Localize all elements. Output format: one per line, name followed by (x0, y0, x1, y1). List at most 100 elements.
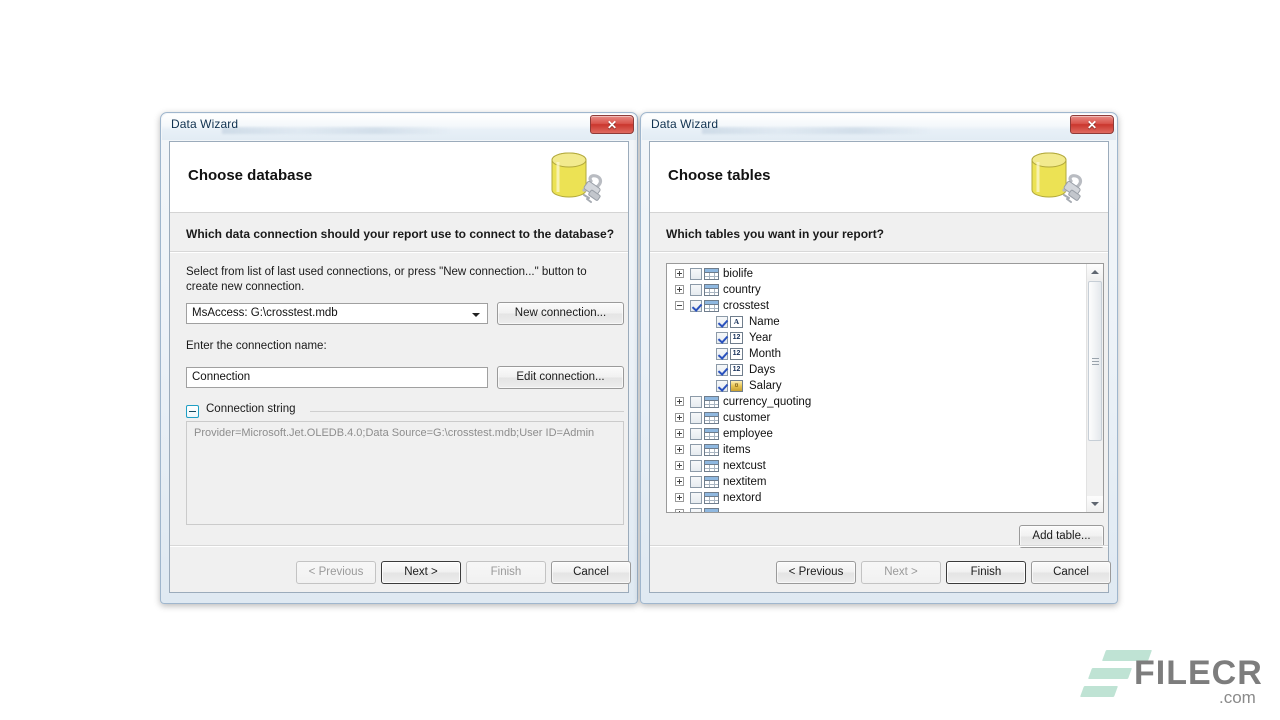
tree-item[interactable]: employee (667, 426, 1087, 442)
tree-item[interactable]: nextord (667, 490, 1087, 506)
expand-icon[interactable] (675, 413, 684, 422)
tree-item-checkbox[interactable] (716, 380, 728, 392)
expand-icon[interactable] (675, 445, 684, 454)
tree-item-checkbox[interactable] (690, 412, 702, 424)
divider (650, 251, 1108, 253)
tree-item-checkbox[interactable] (716, 316, 728, 328)
expand-icon[interactable] (675, 269, 684, 278)
cancel-button[interactable]: Cancel (1031, 561, 1111, 584)
tree-item-checkbox[interactable] (716, 332, 728, 344)
tree-item[interactable]: 12 Days (667, 362, 1087, 378)
previous-button[interactable]: < Previous (776, 561, 856, 584)
table-icon (704, 428, 719, 440)
tree-item[interactable]: nextcust (667, 458, 1087, 474)
tree-item-label: Month (749, 348, 781, 360)
tree-item[interactable]: A Name (667, 314, 1087, 330)
tree-item[interactable]: 12 Month (667, 346, 1087, 362)
expand-icon[interactable] (675, 461, 684, 470)
client-area: Choose database Which data connection sh… (169, 141, 631, 593)
connection-string-group-label: Connection string (206, 403, 296, 415)
footer-divider (650, 545, 1108, 547)
tree-item-label: nextord (723, 492, 762, 504)
tree-item[interactable]: ¤ Salary (667, 378, 1087, 394)
tree-item-label: items (723, 444, 751, 456)
tree-item-checkbox[interactable] (690, 396, 702, 408)
database-plug-icon (1031, 152, 1083, 203)
next-button[interactable]: Next > (381, 561, 461, 584)
expand-icon[interactable] (675, 477, 684, 486)
previous-button[interactable]: < Previous (296, 561, 376, 584)
expand-icon[interactable] (675, 397, 684, 406)
tree-item-label: employee (723, 428, 773, 440)
expand-icon[interactable] (675, 285, 684, 294)
finish-button[interactable]: Finish (946, 561, 1026, 584)
window-title: Data Wizard (651, 117, 719, 131)
next-button[interactable]: Next > (861, 561, 941, 584)
scrollbar-thumb[interactable] (1088, 281, 1102, 441)
tree-item-checkbox[interactable] (716, 364, 728, 376)
connection-string-readonly: Provider=Microsoft.Jet.OLEDB.4.0;Data So… (186, 421, 624, 525)
table-icon (704, 396, 719, 408)
expand-icon[interactable] (675, 429, 684, 438)
tree-item[interactable]: customer (667, 410, 1087, 426)
tree-item-checkbox[interactable] (690, 476, 702, 488)
tree-item[interactable]: 12 Year (667, 330, 1087, 346)
prompt-text: Which data connection should your report… (186, 227, 615, 241)
connection-select[interactable]: MsAccess: G:\crosstest.mdb (186, 303, 488, 324)
expand-icon[interactable] (675, 509, 684, 512)
scroll-down-icon[interactable] (1087, 496, 1103, 512)
number-field-icon: 12 (730, 348, 743, 360)
tree-item[interactable]: biolife (667, 266, 1087, 282)
tree-item-checkbox[interactable] (690, 492, 702, 504)
tables-tree-scrollbar[interactable] (1086, 264, 1103, 512)
tree-item-checkbox[interactable] (690, 508, 702, 512)
tables-tree-items[interactable]: biolife country crosstest A Name 12 Year 12 Mont… (667, 264, 1087, 512)
watermark-suffix: .com (1219, 688, 1256, 707)
table-icon (704, 460, 719, 472)
tree-item-checkbox[interactable] (690, 268, 702, 280)
tree-item-label: crosstest (723, 300, 770, 312)
choose-database-window[interactable]: Data Wizard ✕ Choose database Which data… (160, 112, 638, 604)
tree-item[interactable]: items (667, 442, 1087, 458)
tree-item-checkbox[interactable] (690, 300, 702, 312)
description-text: Select from list of last used connection… (186, 266, 587, 293)
table-icon (704, 412, 719, 424)
close-icon[interactable]: ✕ (1070, 115, 1114, 134)
edit-connection-button[interactable]: Edit connection... (497, 366, 624, 389)
tree-item[interactable] (667, 506, 1087, 512)
connection-name-label: Enter the connection name: (186, 340, 327, 352)
tree-item-label: nextcust (723, 460, 766, 472)
finish-button[interactable]: Finish (466, 561, 546, 584)
new-connection-button[interactable]: New connection... (497, 302, 624, 325)
tree-item[interactable]: country (667, 282, 1087, 298)
tree-item[interactable]: crosstest (667, 298, 1087, 314)
close-icon[interactable]: ✕ (590, 115, 634, 134)
divider (170, 251, 628, 253)
tree-item-checkbox[interactable] (690, 428, 702, 440)
wizard-body: Which tables you want in your report? bi… (650, 213, 1111, 592)
page-title: Choose database (188, 167, 313, 184)
tree-item-checkbox[interactable] (690, 284, 702, 296)
number-field-icon: 12 (730, 332, 743, 344)
connection-string-collapse-toggle[interactable] (186, 405, 199, 418)
connection-name-input[interactable]: Connection (186, 367, 488, 388)
collapse-icon[interactable] (675, 301, 684, 310)
text-field-icon: A (730, 316, 743, 328)
table-icon (704, 300, 719, 312)
tree-item-checkbox[interactable] (690, 460, 702, 472)
tree-item-label: currency_quoting (723, 396, 812, 408)
tree-item-checkbox[interactable] (716, 348, 728, 360)
tree-item[interactable]: nextitem (667, 474, 1087, 490)
expand-icon[interactable] (675, 493, 684, 502)
logo-bar-icon (1079, 686, 1119, 697)
tree-item-checkbox[interactable] (690, 444, 702, 456)
cancel-button[interactable]: Cancel (551, 561, 631, 584)
tree-item[interactable]: currency_quoting (667, 394, 1087, 410)
chevron-down-icon (472, 313, 480, 317)
choose-tables-window[interactable]: Data Wizard ✕ Choose tables Which tables… (640, 112, 1118, 604)
table-icon (704, 508, 719, 512)
scroll-up-icon[interactable] (1087, 264, 1103, 280)
tree-item-label: Name (749, 316, 780, 328)
table-icon (704, 476, 719, 488)
tables-tree[interactable]: biolife country crosstest A Name 12 Year 12 Mont… (666, 263, 1104, 513)
